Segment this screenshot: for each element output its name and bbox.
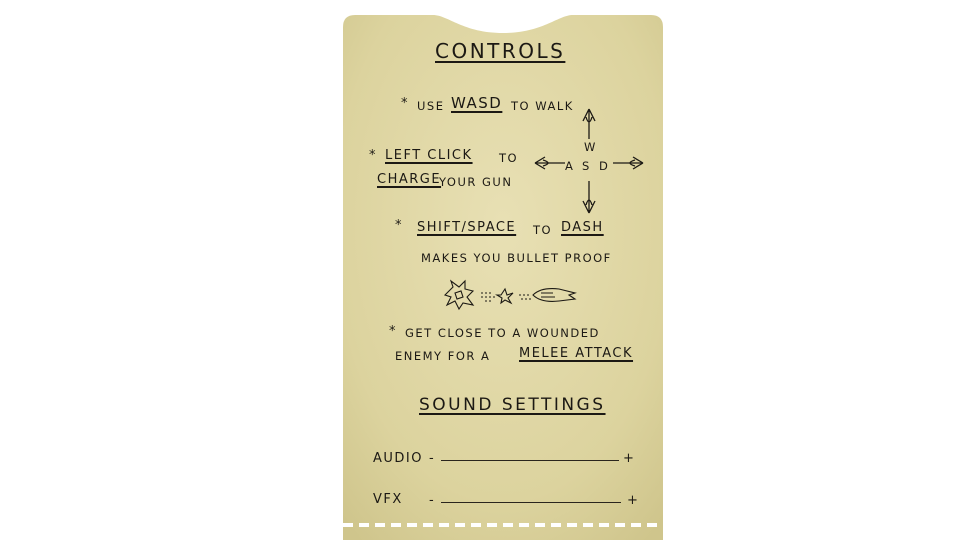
vfx-slider[interactable]: - +: [429, 492, 639, 512]
controls-title: CONTROLS: [435, 39, 566, 63]
vfx-slider-track[interactable]: [441, 502, 621, 504]
charge-word: CHARGE: [377, 172, 442, 187]
dash-burst-icon: [443, 279, 577, 311]
dash-keys: SHIFT/SPACE: [417, 220, 517, 235]
melee-attack: MELEE ATTACK: [519, 346, 634, 361]
walk-keys: WASD: [451, 94, 503, 112]
vfx-minus[interactable]: -: [429, 493, 434, 508]
arrow-right-icon: [613, 156, 644, 170]
charge-click: LEFT CLICK: [385, 148, 473, 163]
melee-line1: GET CLOSE TO A WOUNDED: [405, 326, 600, 340]
audio-slider[interactable]: - +: [429, 450, 639, 470]
sound-settings-title: SOUND SETTINGS: [419, 395, 606, 415]
wasd-a: A: [565, 159, 575, 173]
dash-word: DASH: [561, 220, 604, 235]
walk-star: *: [401, 96, 409, 111]
arrow-left-icon: [534, 156, 565, 170]
wasd-w: W: [584, 140, 597, 154]
wasd-s: S: [582, 159, 591, 173]
audio-minus[interactable]: -: [429, 451, 434, 466]
charge-rest: YOUR GUN: [439, 175, 513, 189]
wasd-d: D: [599, 159, 610, 173]
vfx-label: VFX: [373, 492, 403, 507]
audio-label: AUDIO: [373, 451, 423, 466]
dash-to: TO: [533, 223, 553, 237]
vfx-plus[interactable]: +: [627, 493, 638, 508]
walk-use: USE: [417, 99, 445, 113]
arrow-up-icon: [582, 108, 596, 139]
charge-star: *: [369, 148, 377, 163]
controls-card: CONTROLS * USE WASD TO WALK W A S D * LE…: [343, 15, 663, 540]
charge-to: TO: [499, 151, 519, 165]
audio-slider-track[interactable]: [441, 460, 619, 462]
melee-line2-pre: ENEMY FOR A: [395, 349, 491, 363]
melee-star: *: [389, 324, 397, 339]
audio-plus[interactable]: +: [623, 451, 634, 466]
dash-note: MAKES YOU BULLET PROOF: [421, 251, 612, 265]
arrow-down-icon: [582, 181, 596, 214]
walk-rest: TO WALK: [511, 99, 574, 113]
dash-star: *: [395, 218, 403, 233]
